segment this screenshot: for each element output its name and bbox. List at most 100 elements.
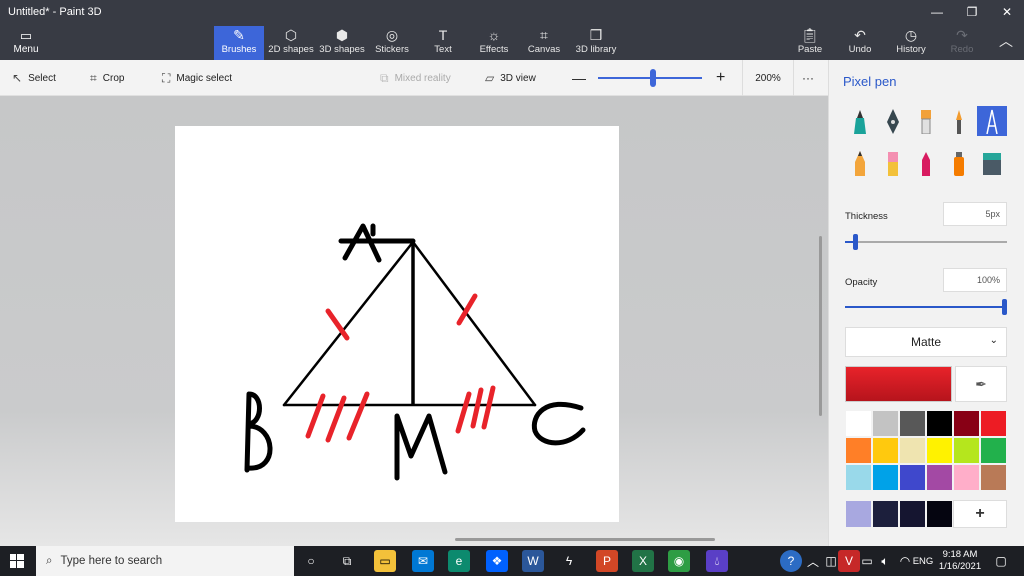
drawing-canvas[interactable]	[175, 126, 619, 522]
toolbar: ↖ Select ⌗ Crop ⛶ Magic select ⧉ Mixed r…	[0, 60, 828, 96]
brush-pencil[interactable]	[845, 148, 875, 178]
custom-color-swatch[interactable]	[899, 500, 926, 528]
minimize-button[interactable]: —	[920, 2, 954, 22]
tab-canvas[interactable]: ⌗ Canvas	[522, 26, 566, 60]
palette-color-swatch[interactable]	[980, 437, 1007, 464]
brush-crayon[interactable]	[911, 148, 941, 178]
word-app[interactable]: W	[522, 550, 544, 572]
thickness-input[interactable]: 5px	[943, 202, 1007, 226]
thickness-slider[interactable]	[845, 234, 1007, 250]
close-button[interactable]: ✕	[990, 2, 1024, 22]
palette-color-swatch[interactable]	[953, 437, 980, 464]
select-tool[interactable]: ↖ Select	[12, 60, 56, 96]
zoom-out-button[interactable]: —	[572, 60, 586, 96]
mixed-reality-button[interactable]: ⧉ Mixed reality	[380, 60, 451, 96]
horizontal-scrollbar[interactable]	[455, 538, 715, 541]
brush-watercolor[interactable]	[944, 106, 974, 136]
palette-color-swatch[interactable]	[980, 464, 1007, 491]
maximize-button[interactable]: ❐	[955, 2, 989, 22]
volume-button[interactable]: 🔈︎	[874, 550, 896, 572]
finish-dropdown[interactable]: Matte ⌄	[845, 327, 1007, 357]
taskbar-search[interactable]: ⌕ Type here to search	[36, 546, 294, 576]
3d-view-button[interactable]: ▱ 3D view	[485, 60, 536, 96]
tab-canvas-label: Canvas	[527, 44, 561, 55]
powerpoint-app[interactable]: P	[596, 550, 618, 572]
paste-button[interactable]: 📋︎ Paste	[792, 26, 828, 60]
winamp-app[interactable]: ϟ	[558, 550, 580, 572]
help-icon-button[interactable]: ?	[780, 550, 802, 572]
mail-app[interactable]: ✉	[412, 550, 434, 572]
brush-oil[interactable]	[911, 106, 941, 136]
zoom-slider-thumb[interactable]	[650, 69, 656, 87]
search-placeholder: Type here to search	[60, 555, 163, 567]
custom-color-swatch[interactable]	[872, 500, 899, 528]
palette-color-swatch[interactable]	[899, 437, 926, 464]
zoom-in-button[interactable]: +	[716, 60, 725, 96]
undo-button[interactable]: ↶ Undo	[842, 26, 878, 60]
opacity-input[interactable]: 100%	[943, 268, 1007, 292]
task-view-button[interactable]: ⧉	[336, 550, 358, 572]
language-indicator[interactable]: ENG	[910, 550, 936, 572]
brush-pixel-pen[interactable]	[977, 106, 1007, 136]
palette-color-swatch[interactable]	[926, 410, 953, 437]
dropbox-app[interactable]: ❖	[486, 550, 508, 572]
palette-color-swatch[interactable]	[953, 464, 980, 491]
custom-color-swatch[interactable]	[845, 500, 872, 528]
custom-color-swatch[interactable]	[926, 500, 953, 528]
tab-3d-shapes[interactable]: ⬢ 3D shapes	[318, 26, 366, 60]
chrome-app[interactable]: ◉	[668, 550, 690, 572]
clock[interactable]: 9:18 AM 1/16/2021	[934, 549, 986, 573]
menu-button[interactable]: ▭ Menu	[6, 28, 46, 58]
crop-tool[interactable]: ⌗ Crop	[90, 60, 124, 96]
redo-button[interactable]: ↷ Redo	[944, 26, 980, 60]
current-color-swatch[interactable]	[845, 366, 952, 402]
zoom-level[interactable]: 200%	[742, 60, 794, 96]
window-title: Untitled* - Paint 3D	[8, 6, 102, 18]
palette-color-swatch[interactable]	[899, 410, 926, 437]
brush-marker[interactable]	[845, 106, 875, 136]
palette-color-swatch[interactable]	[872, 410, 899, 437]
palette-color-swatch[interactable]	[845, 437, 872, 464]
tab-2d-shapes[interactable]: ⬡ 2D shapes	[266, 26, 316, 60]
palette-color-swatch[interactable]	[845, 410, 872, 437]
tab-stickers[interactable]: ◎ Stickers	[370, 26, 414, 60]
battery-icon: ▭	[861, 554, 873, 568]
palette-color-swatch[interactable]	[953, 410, 980, 437]
palette-color-swatch[interactable]	[926, 437, 953, 464]
start-button[interactable]	[6, 550, 28, 572]
opacity-slider-thumb[interactable]	[1002, 299, 1007, 315]
tab-text[interactable]: T Text	[422, 26, 464, 60]
palette-color-swatch[interactable]	[845, 464, 872, 491]
palette-color-swatch[interactable]	[926, 464, 953, 491]
tab-3d-library[interactable]: ❒ 3D library	[572, 26, 620, 60]
brush-calligraphy[interactable]	[878, 106, 908, 136]
custom-colors: +	[845, 500, 1007, 528]
excel-app[interactable]: X	[632, 550, 654, 572]
palette-color-swatch[interactable]	[872, 437, 899, 464]
brush-eraser[interactable]	[878, 148, 908, 178]
redo-icon: ↷	[956, 27, 968, 43]
opacity-slider[interactable]	[845, 299, 1007, 315]
palette-color-swatch[interactable]	[899, 464, 926, 491]
add-color-button[interactable]: +	[953, 500, 1007, 528]
file-explorer-app[interactable]: ▭	[374, 550, 396, 572]
palette-color-swatch[interactable]	[872, 464, 899, 491]
vertical-scrollbar[interactable]	[819, 236, 822, 416]
cortana-button[interactable]: ○	[300, 550, 322, 572]
palette-color-swatch[interactable]	[980, 410, 1007, 437]
3d-view-icon: ▱	[485, 71, 495, 85]
thickness-slider-thumb[interactable]	[853, 234, 858, 250]
notifications-button[interactable]: ▢	[990, 550, 1012, 572]
more-options-button[interactable]: ···	[802, 60, 814, 96]
paint-3d-app[interactable]: 💧︎	[706, 550, 728, 572]
brush-fill[interactable]	[977, 148, 1007, 178]
tab-effects[interactable]: ☼ Effects	[472, 26, 516, 60]
edge-app[interactable]: e	[448, 550, 470, 572]
eyedropper-button[interactable]: ✒	[955, 366, 1007, 402]
history-button[interactable]: ◷ History	[892, 26, 930, 60]
crop-label: Crop	[102, 72, 125, 84]
magic-select-tool[interactable]: ⛶ Magic select	[162, 60, 232, 96]
tab-brushes[interactable]: ✎ Brushes	[214, 26, 264, 60]
brush-spray[interactable]	[944, 148, 974, 178]
collapse-ribbon-button[interactable]: ︿	[994, 26, 1018, 60]
